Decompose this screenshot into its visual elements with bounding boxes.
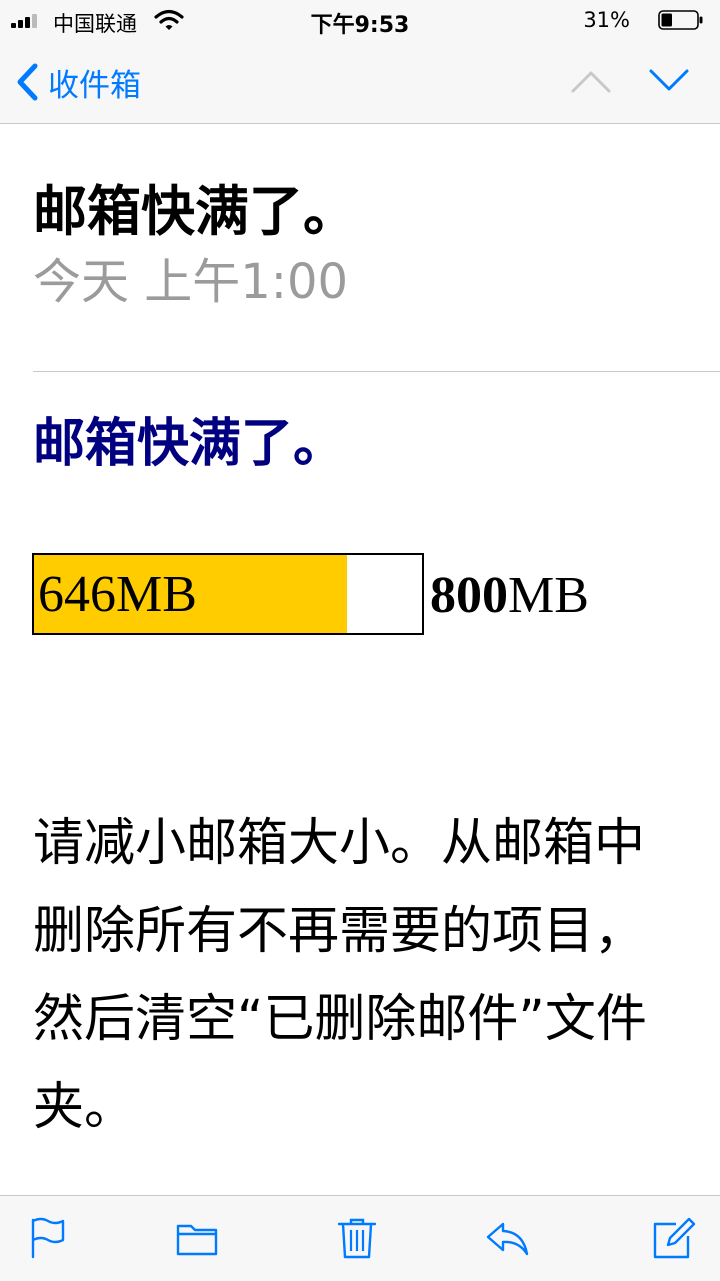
quota-used-label: 646MB [38, 566, 197, 623]
mailbox-quota-bar: 646MB [32, 553, 424, 635]
battery-level-fill [661, 13, 672, 27]
previous-message-icon[interactable] [570, 66, 612, 96]
flag-icon[interactable] [26, 1216, 70, 1260]
bottom-toolbar [0, 1195, 720, 1281]
message-subject: 邮箱快满了。 [33, 180, 357, 243]
body-text: 请减小邮箱大小。从邮箱中删除所有不再需要的项目，然后清空“已删除邮件”文件夹。 [33, 814, 647, 1137]
status-bar: 中国联通 下午9:53 31% [0, 0, 720, 40]
back-chevron-icon [17, 63, 38, 101]
reply-icon[interactable] [485, 1216, 529, 1260]
battery-icon [658, 10, 703, 30]
compose-icon[interactable] [652, 1216, 696, 1260]
battery-percentage: 31% [583, 8, 630, 32]
trash-icon[interactable] [335, 1216, 379, 1260]
quota-total-unit: MB [508, 567, 589, 624]
quota-total-number: 800 [430, 567, 508, 624]
header-divider [33, 371, 720, 372]
message-datetime: 今天 上午1:00 [33, 254, 349, 310]
body-title: 邮箱快满了。 [33, 414, 346, 474]
folder-icon[interactable] [175, 1216, 219, 1260]
next-message-icon[interactable] [648, 66, 690, 96]
quota-total-label: 800MB [430, 555, 589, 635]
navigation-bar: 收件箱 [0, 40, 720, 124]
back-label: 收件箱 [48, 67, 141, 104]
back-to-inbox-button[interactable]: 收件箱 [14, 60, 141, 104]
